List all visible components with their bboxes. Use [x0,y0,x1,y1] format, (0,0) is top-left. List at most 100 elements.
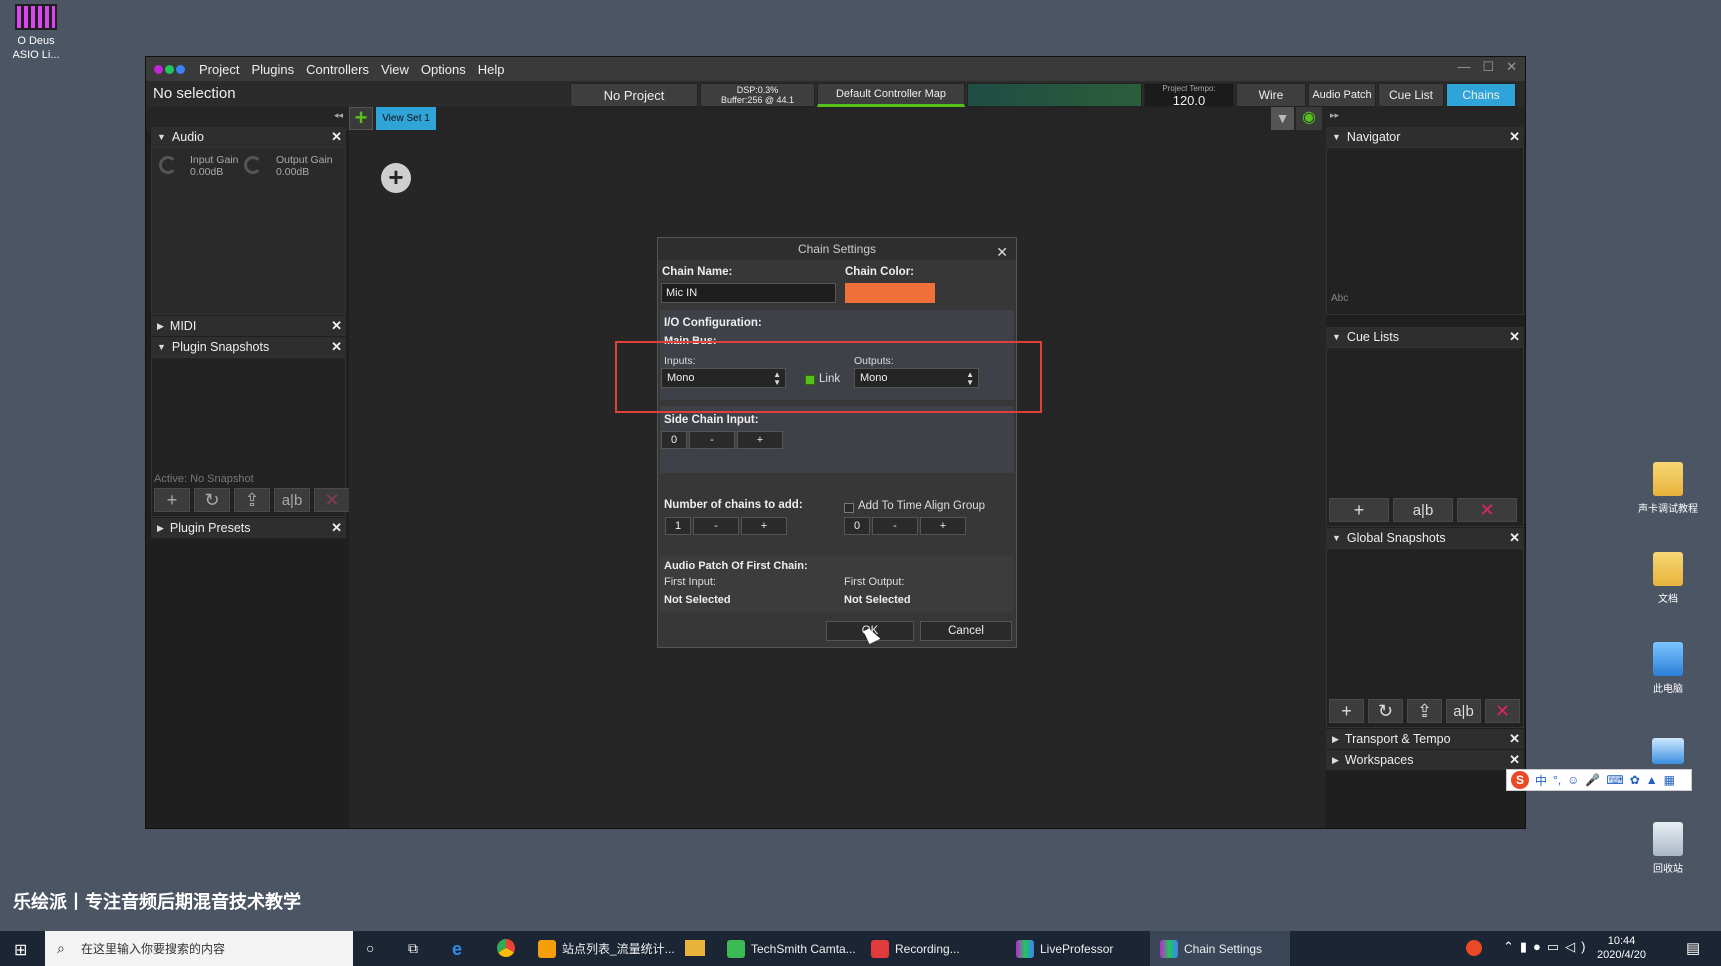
global-snapshots-header[interactable]: ▼ Global Snapshots ✕ [1326,528,1524,548]
midi-panel-header[interactable]: ▶ MIDI ✕ [151,316,346,336]
transport-tempo-header[interactable]: ▶ Transport & Tempo ✕ [1326,729,1524,749]
add-chain-icon[interactable]: + [381,163,411,193]
filter-icon[interactable]: ▼ [1271,107,1294,130]
windows-start-icon[interactable]: ⊞ [14,940,27,960]
close-panel-icon[interactable]: ✕ [1509,731,1520,747]
upload-icon[interactable]: ⇪ [234,488,270,512]
edge-icon[interactable]: e [452,939,462,960]
menu-help[interactable]: Help [472,62,511,77]
desktop-icon-documents[interactable]: 文档 [1638,552,1698,605]
menu-view[interactable]: View [375,62,415,77]
grid-icon[interactable]: ▦ [1664,773,1675,787]
tab-audio-patch[interactable]: Audio Patch [1308,83,1376,107]
notification-icon[interactable]: ▤ [1686,939,1700,957]
project-button[interactable]: No Project [570,83,698,107]
task-view-icon[interactable]: ⧉ [408,940,418,957]
plugin-presets-header[interactable]: ▶ Plugin Presets ✕ [151,518,346,538]
refresh-icon[interactable]: ↻ [194,488,230,512]
collapse-left-icon[interactable]: ◂◂ [334,110,343,121]
sogou-icon[interactable]: S [1511,771,1529,789]
ime-mode-icon[interactable]: 中 [1535,772,1547,789]
close-panel-icon[interactable]: ✕ [331,129,342,145]
add-snapshot-icon[interactable]: + [154,488,190,512]
rename-icon[interactable]: a|b [1446,699,1481,723]
skin-icon[interactable]: ✿ [1630,773,1640,787]
punctuation-icon[interactable]: °, [1553,773,1561,787]
side-chain-value[interactable]: 0 [661,431,687,449]
delete-icon[interactable]: ✕ [1485,699,1520,723]
add-cue-list-icon[interactable]: + [1329,498,1389,522]
workspaces-header[interactable]: ▶ Workspaces ✕ [1326,750,1524,770]
emoji-icon[interactable]: ☺ [1567,773,1579,787]
file-explorer-icon[interactable] [685,940,705,956]
menu-plugins[interactable]: Plugins [245,62,300,77]
time-align-decrement-button[interactable]: - [872,517,918,535]
add-view-button[interactable]: + [349,107,373,130]
ime-toolbar[interactable]: S 中 °, ☺ 🎤 ⌨ ✿ ▲ ▦ [1506,769,1692,791]
menu-project[interactable]: Project [193,62,245,77]
taskbar-item-camtasia[interactable]: TechSmith Camta... [727,931,856,966]
close-icon[interactable]: ✕ [1506,59,1517,75]
close-panel-icon[interactable]: ✕ [1509,129,1520,145]
desktop-icon-tutorial[interactable]: 声卡调试教程 [1638,462,1698,515]
close-panel-icon[interactable]: ✕ [1509,329,1520,345]
navigator-header[interactable]: ▼ Navigator ✕ [1326,127,1524,147]
close-panel-icon[interactable]: ✕ [331,520,342,536]
chrome-icon[interactable] [497,939,515,957]
delete-icon[interactable]: ✕ [1457,498,1517,522]
refresh-icon[interactable]: ↻ [1368,699,1403,723]
menu-options[interactable]: Options [415,62,472,77]
add-snapshot-icon[interactable]: + [1329,699,1364,723]
taskbar-item-liveprofessor[interactable]: LiveProfessor [1016,931,1113,966]
minimize-icon[interactable]: — [1457,59,1470,75]
shirt-icon[interactable]: ▲ [1646,773,1658,787]
controller-map-button[interactable]: Default Controller Map [817,83,965,107]
control-panel-icon[interactable] [1652,738,1684,764]
delete-icon[interactable]: ✕ [314,488,350,512]
time-align-value[interactable]: 0 [844,517,870,535]
side-chain-increment-button[interactable]: + [737,431,783,449]
system-tray-icons[interactable]: ⌃▮●▭◁) [1503,939,1592,955]
num-chains-increment-button[interactable]: + [741,517,787,535]
taskbar-search[interactable]: ⌕ 在这里输入你要搜索的内容 [45,931,353,966]
num-chains-value[interactable]: 1 [665,517,691,535]
plugin-snapshots-header[interactable]: ▼ Plugin Snapshots ✕ [151,337,346,357]
cancel-button[interactable]: Cancel [920,621,1012,641]
close-panel-icon[interactable]: ✕ [331,318,342,334]
taskbar-item-stats[interactable]: 站点列表_流量统计... [538,931,675,966]
chain-color-swatch[interactable] [845,283,935,303]
close-panel-icon[interactable]: ✕ [1509,530,1520,546]
first-input-value[interactable]: Not Selected [664,594,731,606]
time-align-increment-button[interactable]: + [920,517,966,535]
eye-icon[interactable]: ◉ [1296,107,1322,130]
chain-name-input[interactable]: Mic IN [661,283,836,303]
audio-panel-header[interactable]: ▼ Audio ✕ [151,127,346,147]
input-gain-knob[interactable] [159,156,177,174]
close-panel-icon[interactable]: ✕ [331,339,342,355]
sogou-tray-icon[interactable] [1466,940,1482,956]
taskbar-item-chain-settings[interactable]: Chain Settings [1150,931,1290,966]
mic-icon[interactable]: 🎤 [1585,773,1600,787]
tab-chains[interactable]: Chains [1446,83,1516,107]
keyboard-icon[interactable]: ⌨ [1606,773,1623,787]
menu-controllers[interactable]: Controllers [300,62,375,77]
time-align-checkbox[interactable] [844,503,854,513]
taskbar-item-recording[interactable]: Recording... [871,931,960,966]
tab-cue-list[interactable]: Cue List [1378,83,1444,107]
rename-icon[interactable]: a|b [274,488,310,512]
output-gain-knob[interactable] [244,156,262,174]
cortana-icon[interactable]: ○ [366,940,374,956]
tempo-display[interactable]: Project Tempo: 120.0 [1144,83,1234,107]
view-set-tab[interactable]: View Set 1 [376,107,436,130]
desktop-shortcut-odeus[interactable]: O Deus ASIO Li... [10,4,62,82]
tab-wire[interactable]: Wire [1236,83,1306,107]
clock[interactable]: 10:44 2020/4/20 [1597,934,1646,962]
close-panel-icon[interactable]: ✕ [1509,752,1520,768]
side-chain-decrement-button[interactable]: - [689,431,735,449]
close-icon[interactable]: ✕ [996,241,1008,263]
upload-icon[interactable]: ⇪ [1407,699,1442,723]
rename-icon[interactable]: a|b [1393,498,1453,522]
desktop-icon-this-pc[interactable]: 此电脑 [1638,642,1698,695]
cue-lists-header[interactable]: ▼ Cue Lists ✕ [1326,327,1524,347]
first-output-value[interactable]: Not Selected [844,594,911,606]
